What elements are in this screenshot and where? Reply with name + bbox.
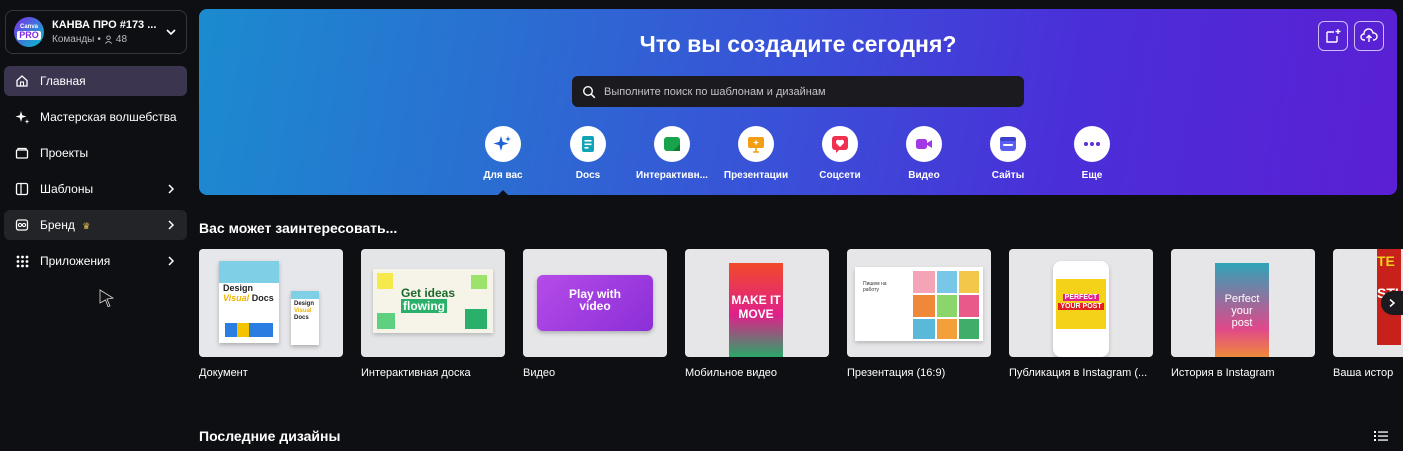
video-icon <box>916 139 932 149</box>
category-circle <box>738 126 774 162</box>
main-nav: Главная Мастерская волшебства Проекты Ша… <box>4 66 187 307</box>
brand-icon <box>14 217 30 233</box>
docs-icon <box>582 136 594 152</box>
search-bar[interactable] <box>572 76 1024 107</box>
apps-grid-icon <box>14 253 30 269</box>
category-for-you[interactable]: Для вас <box>463 126 543 181</box>
template-icon <box>14 181 30 197</box>
chevron-right-icon <box>168 220 175 230</box>
search-input[interactable] <box>604 85 1004 98</box>
nav-brand-label: Бренд ♛ <box>40 218 91 232</box>
category-circle <box>1074 126 1110 162</box>
team-logo: Canva PRO <box>14 17 44 47</box>
active-category-indicator <box>497 190 509 195</box>
team-member-count: 48 <box>115 34 128 45</box>
nav-item-brand[interactable]: Бренд ♛ <box>4 210 187 307</box>
category-circle <box>570 126 606 162</box>
custom-size-button[interactable] <box>1318 21 1348 51</box>
website-icon <box>1000 137 1016 151</box>
thumbnail-instagram-story: Perfect your post <box>1171 249 1315 357</box>
search-icon <box>582 85 596 98</box>
home-icon <box>14 73 30 89</box>
category-presentations[interactable]: Презентации <box>716 126 796 181</box>
upload-button[interactable] <box>1354 21 1384 51</box>
crown-icon: ♛ <box>82 221 91 231</box>
mouse-cursor <box>99 289 115 307</box>
sidebar: Canva PRO КАНВА ПРО #173 ... Команды • 4… <box>0 0 192 451</box>
suggestion-card-video[interactable]: Play with video Видео <box>523 249 667 379</box>
thumbnail-instagram-post: PERFECT YOUR POST <box>1009 249 1153 357</box>
thumbnail-whiteboard: Get ideas flowing <box>361 249 505 357</box>
team-separator: • <box>97 34 101 45</box>
category-whiteboard[interactable]: Интерактивн... <box>632 126 712 181</box>
suggestion-card-mobile-video[interactable]: MAKE IT MOVE Мобильное видео <box>685 249 829 379</box>
thumbnail-video: Play with video <box>523 249 667 357</box>
team-info: КАНВА ПРО #173 ... Команды • 48 <box>52 19 164 45</box>
suggestion-card-instagram-post[interactable]: PERFECT YOUR POST Публикация в Instagram … <box>1009 249 1153 379</box>
sparkle-icon <box>14 109 30 125</box>
team-name: КАНВА ПРО #173 ... <box>52 19 157 31</box>
sparkle-icon <box>493 136 511 151</box>
thumbnail-mobile-video: MAKE IT MOVE <box>685 249 829 357</box>
chevron-right-icon <box>168 184 175 194</box>
presentation-icon <box>748 137 764 153</box>
suggestion-card-document[interactable]: Design Visual Docs Design Visual Docs Докум… <box>199 249 343 379</box>
card-label: Интерактивная доска <box>361 367 471 379</box>
card-label: История в Instagram <box>1171 367 1275 379</box>
doc-page-small: Design Visual Docs <box>291 291 319 345</box>
hero-title: Что вы создадите сегодня? <box>639 31 957 57</box>
team-meta: Команды • 48 <box>52 34 164 45</box>
category-more[interactable]: Еще <box>1052 126 1132 181</box>
suggestions-carousel: Design Visual Docs Design Visual Docs Докум… <box>199 249 1403 384</box>
category-circle <box>654 126 690 162</box>
card-label: Публикация в Instagram (... <box>1009 367 1148 379</box>
category-docs[interactable]: Docs <box>548 126 628 181</box>
category-circle <box>906 126 942 162</box>
custom-size-icon <box>1326 29 1341 43</box>
nav-item-templates[interactable]: Шаблоны <box>4 174 187 204</box>
people-icon <box>104 35 112 44</box>
cloud-upload-icon <box>1360 28 1378 42</box>
chevron-right-icon <box>168 256 175 266</box>
folder-icon <box>14 145 30 161</box>
suggestions-title: Вас может заинтересовать... <box>199 220 398 236</box>
category-circle <box>990 126 1026 162</box>
card-label: Мобильное видео <box>685 367 778 379</box>
nav-item-home[interactable]: Главная <box>4 66 187 96</box>
card-label: Презентация (16:9) <box>847 367 946 379</box>
chevron-right-icon <box>1389 298 1396 308</box>
card-label: Ваша истор <box>1333 367 1394 379</box>
category-websites[interactable]: Сайты <box>968 126 1048 181</box>
category-social[interactable]: Соцсети <box>800 126 880 181</box>
nav-item-projects[interactable]: Проекты <box>4 138 187 168</box>
recent-designs-title: Последние дизайны <box>199 428 341 444</box>
carousel-next-button[interactable] <box>1381 291 1403 315</box>
category-video[interactable]: Видео <box>884 126 964 181</box>
card-label: Документ <box>199 367 248 379</box>
suggestion-card-whiteboard[interactable]: Get ideas flowing Интерактивная доска <box>361 249 505 379</box>
canva-home: Canva PRO КАНВА ПРО #173 ... Команды • 4… <box>0 0 1403 451</box>
suggestion-card-instagram-story[interactable]: Perfect your post История в Instagram <box>1171 249 1315 379</box>
doc-page-large: Design Visual Docs <box>219 261 279 343</box>
nav-item-magic-studio[interactable]: Мастерская волшебства <box>4 102 187 132</box>
thumbnail-presentation: Пишем на работу <box>847 249 991 357</box>
whiteboard-icon <box>664 137 680 151</box>
heart-icon <box>832 136 848 153</box>
category-circle <box>822 126 858 162</box>
more-icon <box>1084 142 1100 146</box>
team-switcher[interactable]: Canva PRO КАНВА ПРО #173 ... Команды • 4… <box>5 10 187 54</box>
suggestion-card-presentation[interactable]: Пишем на работу Презентация (16:9) <box>847 249 991 379</box>
hero-banner: Что вы создадите сегодня? Для вас Docs И… <box>199 9 1397 195</box>
category-bar: Для вас Docs Интерактивн... Презентации … <box>199 126 1397 186</box>
team-type: Команды <box>52 34 95 45</box>
card-label: Видео <box>523 367 556 379</box>
list-view-icon[interactable] <box>1374 429 1388 443</box>
thumbnail-document: Design Visual Docs Design Visual Docs <box>199 249 343 357</box>
nav-item-apps[interactable]: Приложения <box>4 246 187 276</box>
category-circle <box>485 126 521 162</box>
chevron-down-icon <box>166 29 176 36</box>
